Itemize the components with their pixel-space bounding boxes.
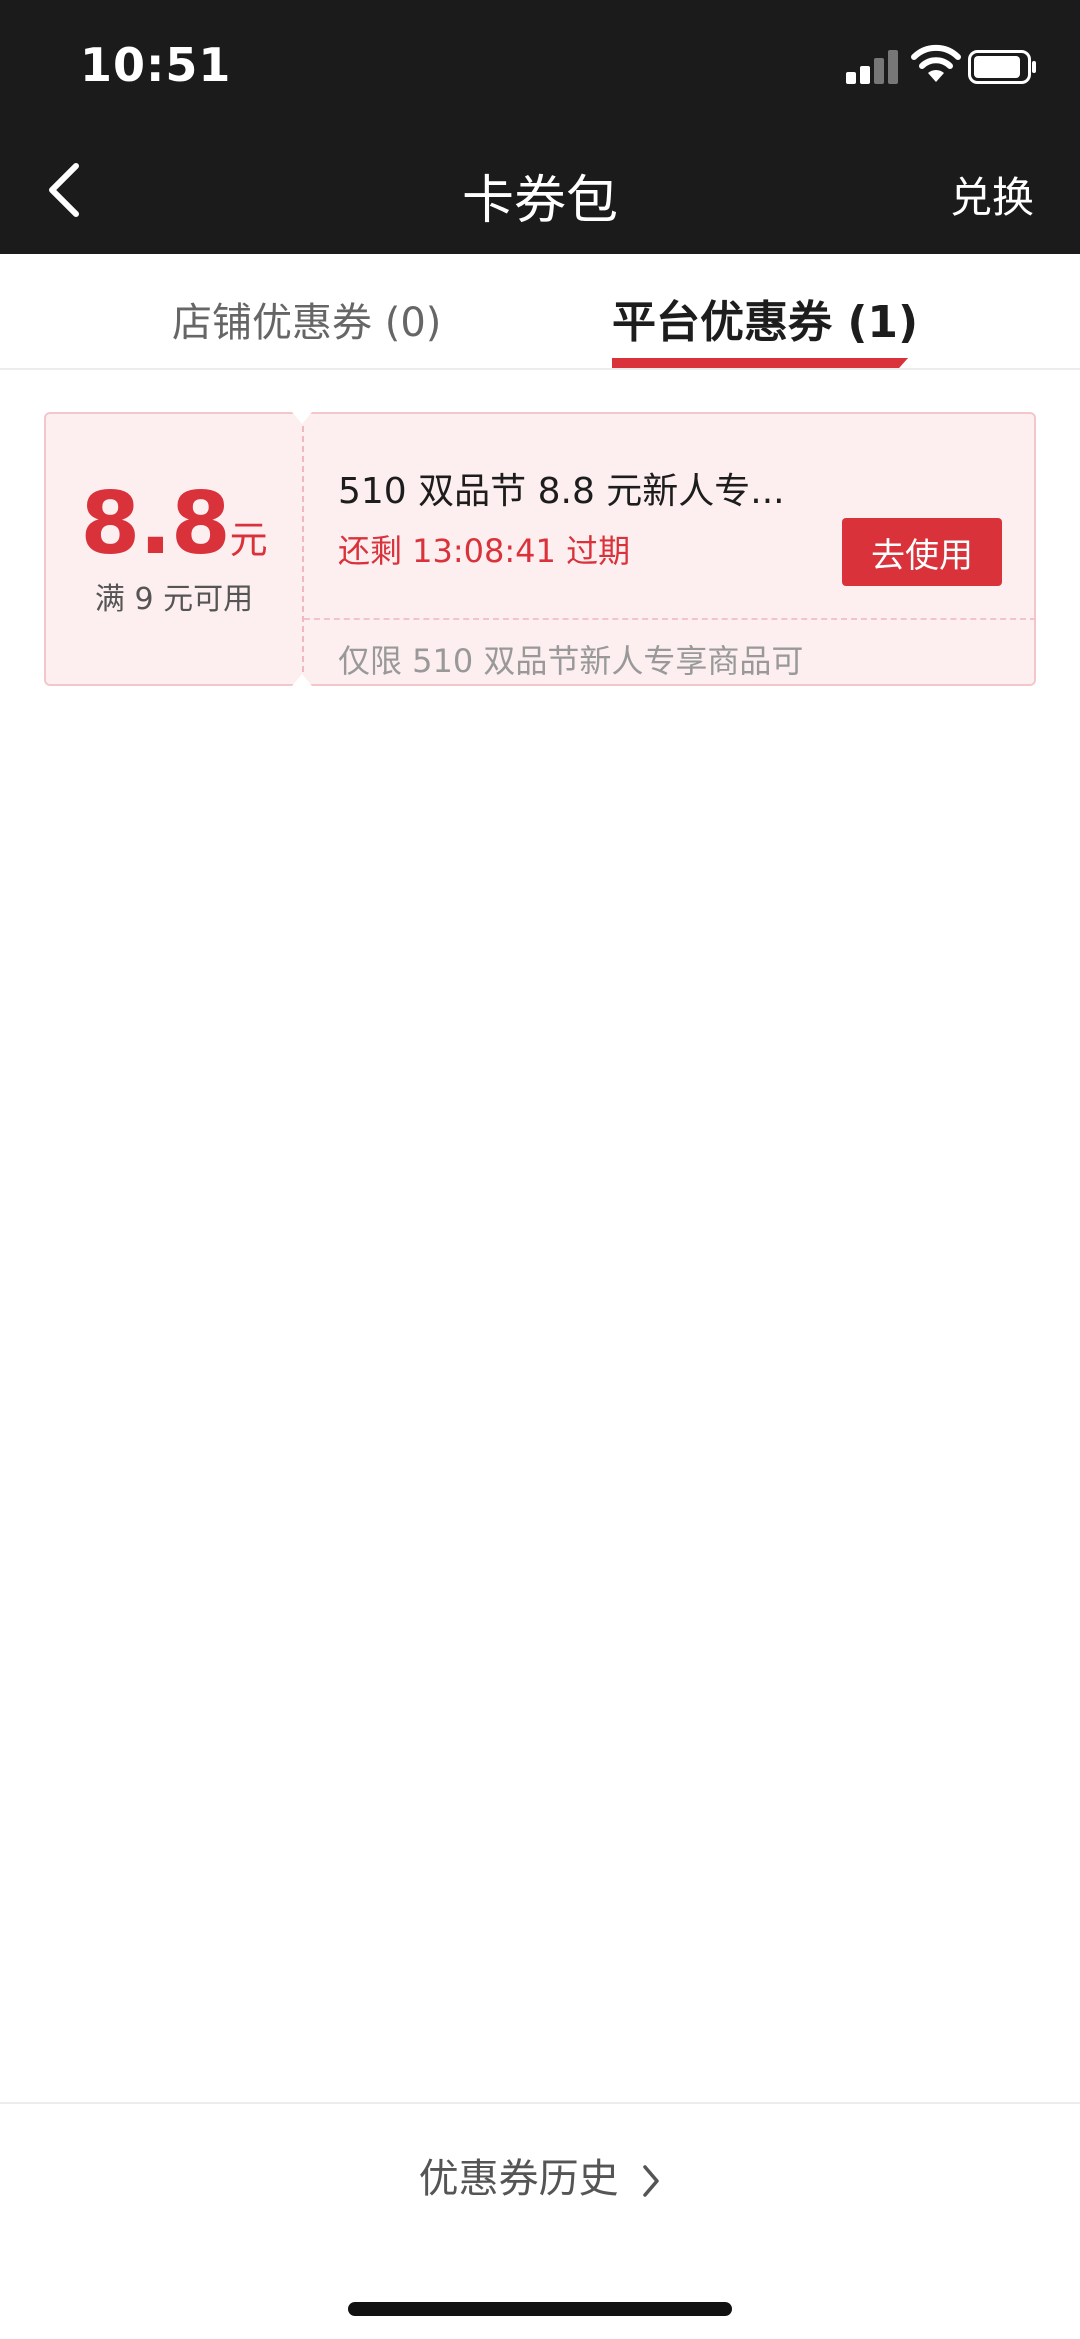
coupon-amount-unit: 元 (229, 518, 268, 562)
battery-icon (968, 50, 1036, 84)
status-time: 10:51 (80, 38, 232, 92)
coupon-history-label: 优惠券历史 (418, 2156, 619, 2202)
home-indicator[interactable] (348, 2302, 732, 2316)
coupon-condition: 满 9 元可用 (94, 582, 254, 617)
chevron-right-icon (643, 2165, 660, 2197)
coupon-card[interactable]: 8.8元 满 9 元可用 510 双品节 8.8 元新人专... 还剩 13:0… (44, 412, 1036, 686)
coupon-title: 510 双品节 8.8 元新人专... (338, 471, 785, 512)
wifi-icon (911, 44, 961, 82)
cellular-signal-icon (846, 50, 898, 84)
coupon-divider (302, 426, 304, 672)
coupon-scope: 仅限 510 双品节新人专享商品可 (338, 642, 804, 680)
coupon-scope-divider (304, 618, 1036, 620)
coupon-amount-number: 8.8 (80, 474, 230, 574)
tab-store-coupons[interactable]: 店铺优惠券 (0) (172, 290, 441, 348)
page-title: 卡券包 (461, 171, 618, 231)
coupon-history-link[interactable]: 优惠券历史 (0, 2146, 1080, 2204)
redeem-button[interactable]: 兑换 (950, 164, 1034, 225)
coupon-amount: 8.8元 (46, 474, 302, 574)
coupon-expiry: 还剩 13:08:41 过期 (338, 532, 631, 570)
coupon-tabs: 店铺优惠券 (0) 平台优惠券 (1) (0, 254, 1080, 370)
use-coupon-button[interactable]: 去使用 (842, 518, 1002, 586)
tab-platform-coupons[interactable]: 平台优惠券 (1) (612, 286, 918, 350)
top-bar: 10:51 卡券包 兑换 (0, 0, 1080, 254)
active-tab-indicator (612, 358, 908, 368)
footer-divider (0, 2102, 1080, 2104)
coupon-value-section: 8.8元 满 9 元可用 (46, 414, 302, 684)
